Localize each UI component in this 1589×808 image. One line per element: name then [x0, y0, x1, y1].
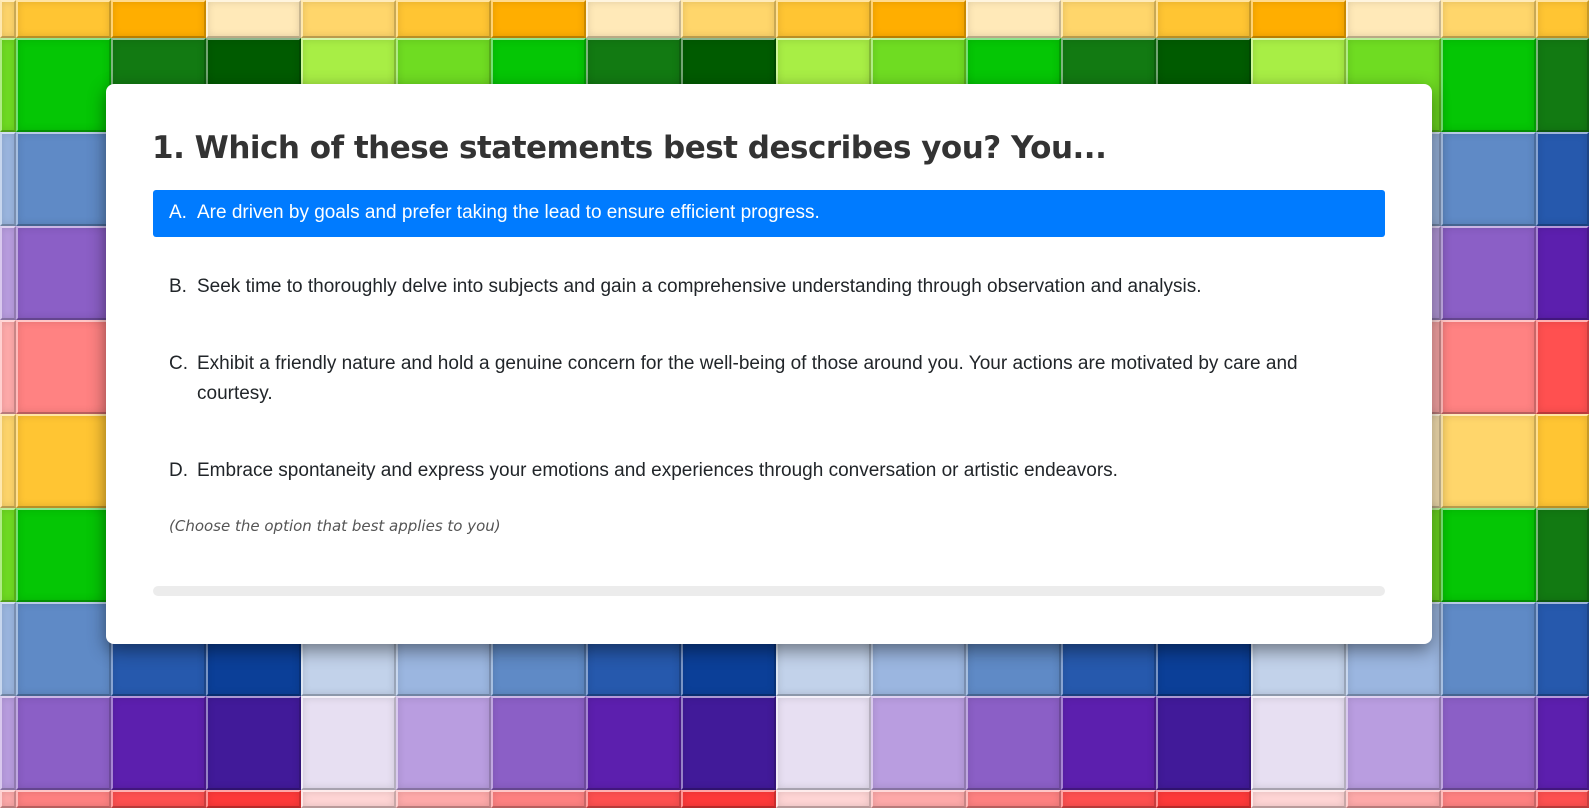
background-tile: [16, 0, 111, 38]
background-tile: [1441, 508, 1536, 602]
background-tile: [966, 0, 1061, 38]
background-tile: [111, 696, 206, 790]
background-tile: [301, 696, 396, 790]
background-tile: [1441, 790, 1536, 808]
option-text: Exhibit a friendly nature and hold a gen…: [197, 353, 1298, 404]
background-tile: [16, 696, 111, 790]
option-b[interactable]: B. Seek time to thoroughly delve into su…: [153, 260, 1385, 314]
background-tile: [1441, 226, 1536, 320]
background-tile: [111, 0, 206, 38]
background-tile: [396, 696, 491, 790]
background-tile: [1536, 790, 1589, 808]
background-tile: [681, 696, 776, 790]
answer-options: A. Are driven by goals and prefer taking…: [153, 190, 1385, 521]
option-text: Embrace spontaneity and express your emo…: [197, 460, 1118, 481]
background-tile: [0, 132, 16, 226]
background-tile: [776, 790, 871, 808]
option-letter: B.: [169, 276, 187, 297]
background-tile: [1536, 696, 1589, 790]
option-letter: D.: [169, 460, 188, 481]
background-tile: [1441, 38, 1536, 132]
background-tile: [0, 602, 16, 696]
background-tile: [301, 790, 396, 808]
instruction-hint: (Choose the option that best applies to …: [169, 517, 501, 535]
background-tile: [0, 320, 16, 414]
background-tile: [1346, 790, 1441, 808]
background-tile: [1536, 508, 1589, 602]
progress-bar: [153, 586, 1385, 596]
background-tile: [681, 790, 776, 808]
background-tile: [1536, 414, 1589, 508]
background-tile: [1536, 0, 1589, 38]
background-tile: [0, 696, 16, 790]
background-tile: [871, 0, 966, 38]
background-tile: [16, 602, 111, 696]
background-tile: [1156, 790, 1251, 808]
background-tile: [16, 790, 111, 808]
background-tile: [0, 790, 16, 808]
background-tile: [16, 508, 111, 602]
option-d[interactable]: D. Embrace spontaneity and express your …: [153, 444, 1385, 498]
background-tile: [1536, 132, 1589, 226]
background-tile: [1061, 696, 1156, 790]
background-tile: [16, 132, 111, 226]
background-tile: [776, 0, 871, 38]
background-tile: [206, 790, 301, 808]
quiz-card: 1. Which of these statements best descri…: [106, 84, 1432, 644]
background-tile: [111, 790, 206, 808]
background-tile: [776, 696, 871, 790]
background-tile: [396, 0, 491, 38]
background-tile: [16, 38, 111, 132]
background-tile: [1251, 696, 1346, 790]
background-tile: [1346, 0, 1441, 38]
background-tile: [1156, 0, 1251, 38]
background-tile: [1536, 320, 1589, 414]
background-tile: [1536, 38, 1589, 132]
background-tile: [16, 320, 111, 414]
background-tile: [16, 226, 111, 320]
background-tile: [1251, 790, 1346, 808]
background-tile: [1441, 132, 1536, 226]
background-tile: [1251, 0, 1346, 38]
background-tile: [0, 38, 16, 132]
background-tile: [966, 790, 1061, 808]
background-tile: [1441, 320, 1536, 414]
background-tile: [586, 790, 681, 808]
background-tile: [1061, 790, 1156, 808]
background-tile: [16, 414, 111, 508]
background-tile: [1441, 414, 1536, 508]
background-tile: [206, 0, 301, 38]
background-tile: [1346, 696, 1441, 790]
option-c[interactable]: C. Exhibit a friendly nature and hold a …: [153, 337, 1385, 421]
option-a[interactable]: A. Are driven by goals and prefer taking…: [153, 190, 1385, 237]
background-tile: [1536, 602, 1589, 696]
background-tile: [1441, 696, 1536, 790]
background-tile: [0, 0, 16, 38]
background-tile: [0, 226, 16, 320]
background-tile: [206, 696, 301, 790]
background-tile: [0, 508, 16, 602]
background-tile: [681, 0, 776, 38]
background-tile: [491, 696, 586, 790]
background-tile: [1156, 696, 1251, 790]
background-tile: [871, 790, 966, 808]
background-tile: [1536, 226, 1589, 320]
option-letter: A.: [169, 202, 187, 223]
option-letter: C.: [169, 353, 188, 374]
background-tile: [1441, 0, 1536, 38]
option-text: Seek time to thoroughly delve into subje…: [197, 276, 1202, 297]
option-text: Are driven by goals and prefer taking th…: [197, 202, 820, 223]
background-tile: [1061, 0, 1156, 38]
background-tile: [301, 0, 396, 38]
background-tile: [586, 696, 681, 790]
background-tile: [966, 696, 1061, 790]
question-title: 1. Which of these statements best descri…: [152, 130, 1107, 166]
background-tile: [586, 0, 681, 38]
background-tile: [0, 414, 16, 508]
background-tile: [491, 0, 586, 38]
background-tile: [491, 790, 586, 808]
background-tile: [871, 696, 966, 790]
background-tile: [1441, 602, 1536, 696]
background-tile: [396, 790, 491, 808]
